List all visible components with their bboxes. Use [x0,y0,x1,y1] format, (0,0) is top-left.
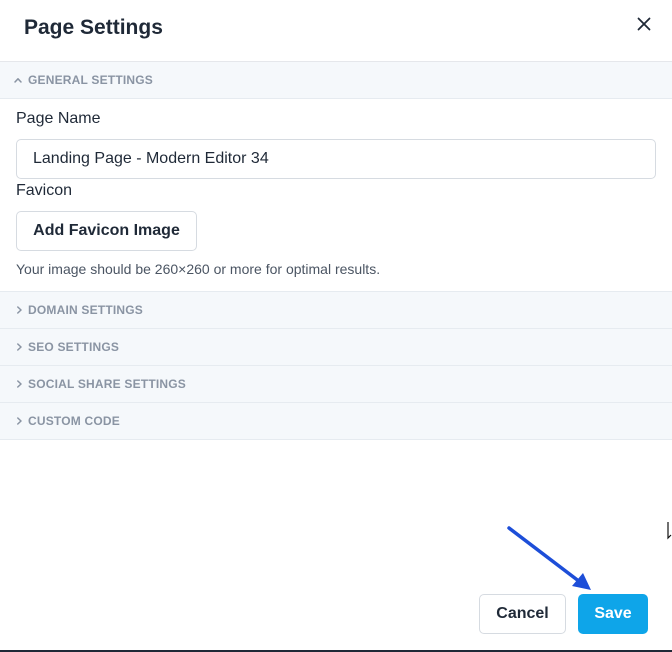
chevron-right-icon [0,343,28,351]
dialog-title: Page Settings [24,16,163,39]
save-button[interactable]: Save [578,594,648,634]
page-settings-dialog: Page Settings GENERAL SETTINGS Page Name… [0,0,672,652]
dialog-header: Page Settings [0,0,672,62]
chevron-right-icon [0,306,28,314]
general-settings-panel: Page Name Favicon Add Favicon Image Your… [0,99,672,292]
favicon-label: Favicon [16,182,73,199]
section-general-settings[interactable]: GENERAL SETTINGS [0,62,672,99]
chevron-right-icon [0,380,28,388]
page-name-label: Page Name [16,110,101,127]
page-name-input[interactable] [16,139,656,179]
section-social-share-settings[interactable]: SOCIAL SHARE SETTINGS [0,366,672,403]
section-label: SEO SETTINGS [28,340,120,354]
annotation-arrow-icon [507,526,591,590]
close-icon [637,17,651,31]
section-custom-code[interactable]: CUSTOM CODE [0,403,672,440]
cancel-button[interactable]: Cancel [479,594,566,634]
chevron-right-icon [0,417,28,425]
section-label: SOCIAL SHARE SETTINGS [28,377,186,391]
section-label: GENERAL SETTINGS [28,73,153,87]
section-label: DOMAIN SETTINGS [28,303,144,317]
close-button[interactable] [632,12,656,36]
mouse-cursor-icon [667,522,672,540]
section-domain-settings[interactable]: DOMAIN SETTINGS [0,292,672,329]
section-label: CUSTOM CODE [28,414,120,428]
chevron-up-icon [0,77,28,83]
add-favicon-button[interactable]: Add Favicon Image [16,211,197,251]
section-seo-settings[interactable]: SEO SETTINGS [0,329,672,366]
favicon-hint: Your image should be 260×260 or more for… [16,261,381,277]
